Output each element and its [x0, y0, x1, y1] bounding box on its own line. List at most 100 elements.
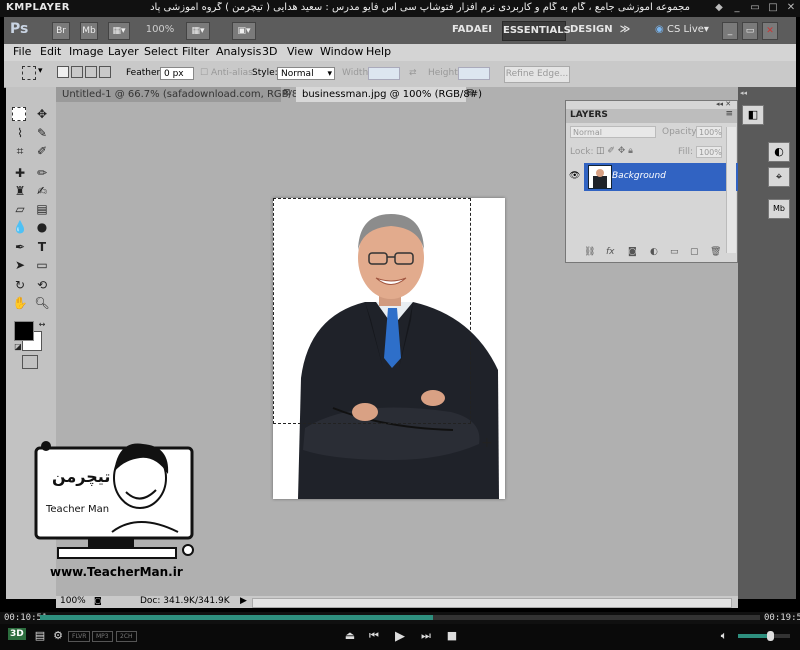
- extras-dropdown[interactable]: ▦▾: [108, 22, 130, 40]
- lasso-icon[interactable]: ⌇: [12, 125, 28, 141]
- seek-bar[interactable]: [40, 615, 760, 620]
- window-close-icon[interactable]: ✕: [784, 2, 798, 14]
- eye-visibility-icon[interactable]: 👁︎: [569, 171, 581, 183]
- cs-live-button[interactable]: ◉ CS Live▾: [652, 21, 712, 39]
- gradient-icon[interactable]: ▤: [34, 201, 50, 217]
- default-colors-icon[interactable]: ◪: [10, 339, 26, 355]
- volume-icon[interactable]: 🔈︎: [716, 629, 732, 643]
- history-brush-icon[interactable]: ✍: [34, 183, 50, 199]
- intersect-selection-icon[interactable]: [99, 66, 111, 78]
- menu-filter[interactable]: Filter: [182, 45, 209, 58]
- bridge-button[interactable]: Br: [52, 22, 70, 40]
- tab-close-icon[interactable]: ⊠: [283, 88, 291, 98]
- volume-handle[interactable]: [767, 631, 774, 641]
- type-tool-icon[interactable]: T: [34, 239, 50, 255]
- clone-stamp-icon[interactable]: ♜: [12, 183, 28, 199]
- stop-icon[interactable]: ■: [444, 629, 460, 642]
- panel-menu-icon[interactable]: ≡: [725, 109, 733, 119]
- refine-edge-button[interactable]: Refine Edge...: [504, 66, 570, 83]
- new-selection-icon[interactable]: [57, 66, 69, 78]
- preset-dropdown-icon[interactable]: ▾: [38, 66, 43, 76]
- navigator-dock-icon[interactable]: ⌖: [768, 167, 790, 187]
- adjustments-dock-icon[interactable]: ◐: [768, 142, 790, 162]
- brush-icon[interactable]: ✏: [34, 165, 50, 181]
- tab-businessman[interactable]: businessman.jpg @ 100% (RGB/8#): [296, 87, 482, 102]
- swap-dimensions-icon[interactable]: ⇄: [409, 68, 417, 78]
- opacity-input[interactable]: 100%: [696, 126, 722, 138]
- menu-help[interactable]: Help: [366, 45, 391, 58]
- play-icon[interactable]: ▶: [392, 629, 408, 644]
- eraser-icon[interactable]: ▱: [12, 201, 28, 217]
- layers-scrollbar[interactable]: [726, 127, 736, 253]
- app-close-icon[interactable]: ✕: [762, 22, 778, 40]
- workspace-design[interactable]: DESIGN: [570, 21, 613, 39]
- eject-icon[interactable]: ⏏: [342, 629, 358, 642]
- layers-tab[interactable]: LAYERS: [570, 110, 608, 120]
- dodge-icon[interactable]: ●: [34, 219, 50, 235]
- expand-dock-icon[interactable]: ◂◂: [740, 89, 747, 97]
- zoom-icon[interactable]: 🔍︎: [34, 295, 50, 311]
- mask-icon[interactable]: ◙: [628, 247, 637, 257]
- hand-icon[interactable]: ✋: [12, 295, 28, 311]
- zoom-level-dropdown[interactable]: 100%: [142, 21, 178, 39]
- fx-icon[interactable]: fx: [606, 247, 615, 257]
- more-workspaces-chevron-icon[interactable]: ≫: [616, 21, 634, 39]
- menu-edit[interactable]: Edit: [40, 45, 61, 58]
- minibridge-button[interactable]: Mb: [80, 22, 98, 40]
- add-selection-icon[interactable]: [71, 66, 83, 78]
- minibridge-dock-icon[interactable]: Mb: [768, 199, 790, 219]
- link-icon[interactable]: ⛓: [584, 247, 595, 257]
- lock-icons[interactable]: ◫ ✐ ✥ 🔒︎: [596, 146, 633, 156]
- tab-close-icon[interactable]: ⊠: [466, 88, 474, 98]
- menu-image[interactable]: Image: [69, 45, 103, 58]
- menu-3d[interactable]: 3D: [262, 45, 277, 58]
- next-icon[interactable]: ⏭: [418, 629, 434, 643]
- previous-icon[interactable]: ⏮: [366, 629, 382, 643]
- status-info-icon[interactable]: ◙: [94, 596, 102, 605]
- width-input[interactable]: [368, 67, 400, 80]
- group-icon[interactable]: ▭: [670, 247, 679, 257]
- marquee-preset-icon[interactable]: [22, 66, 36, 80]
- antialias-checkbox[interactable]: ☐ Anti-alias: [200, 68, 253, 78]
- height-input[interactable]: [458, 67, 490, 80]
- trash-icon[interactable]: 🗑︎: [710, 247, 721, 257]
- adjustment-icon[interactable]: ◐: [650, 247, 658, 257]
- style-select[interactable]: Normal ▾: [277, 67, 335, 80]
- layers-dock-icon[interactable]: ◧: [742, 105, 764, 125]
- 3d-badge[interactable]: 3D: [8, 628, 26, 640]
- menu-view[interactable]: View: [287, 45, 313, 58]
- workspace-fadaei[interactable]: FADAEI: [450, 21, 494, 39]
- playlist-icon[interactable]: ▤: [32, 629, 48, 642]
- 3d-orbit-icon[interactable]: ⟲: [34, 277, 50, 293]
- layer-row-background[interactable]: Background 🔒︎: [584, 163, 742, 191]
- app-minimize-icon[interactable]: _: [722, 22, 738, 40]
- workspace-essentials[interactable]: ESSENTIALS: [502, 21, 571, 41]
- feather-input[interactable]: 0 px: [160, 67, 194, 80]
- window-maximize-icon[interactable]: □: [766, 2, 780, 14]
- path-select-icon[interactable]: ➤: [12, 257, 28, 273]
- marquee-selection[interactable]: [273, 198, 471, 424]
- pen-icon[interactable]: ✒: [12, 239, 28, 255]
- rectangular-marquee-icon[interactable]: [12, 107, 26, 121]
- window-restore-icon[interactable]: ▭: [748, 2, 762, 14]
- blend-mode-select[interactable]: Normal: [570, 126, 656, 138]
- 3d-rotate-icon[interactable]: ↻: [12, 277, 28, 293]
- eyedropper-icon[interactable]: ✐: [34, 143, 50, 159]
- app-restore-icon[interactable]: ▭: [742, 22, 758, 40]
- collapse-panel-icon[interactable]: ◂◂ ✕: [716, 100, 731, 108]
- pin-icon[interactable]: ◆: [712, 2, 726, 14]
- foreground-color-swatch[interactable]: [14, 321, 34, 341]
- blur-icon[interactable]: 💧: [12, 219, 28, 235]
- window-minimize-icon[interactable]: _: [730, 2, 744, 14]
- fill-input[interactable]: 100%: [696, 146, 722, 158]
- swap-colors-icon[interactable]: ↔: [34, 317, 50, 333]
- menu-analysis[interactable]: Analysis: [216, 45, 261, 58]
- screen-mode-dropdown[interactable]: ▣▾: [232, 22, 256, 40]
- menu-layer[interactable]: Layer: [108, 45, 139, 58]
- subtract-selection-icon[interactable]: [85, 66, 97, 78]
- volume-slider[interactable]: [738, 631, 790, 641]
- healing-brush-icon[interactable]: ✚: [12, 165, 28, 181]
- menu-file[interactable]: File: [13, 45, 31, 58]
- menu-select[interactable]: Select: [144, 45, 178, 58]
- arrange-documents-dropdown[interactable]: ▦▾: [186, 22, 210, 40]
